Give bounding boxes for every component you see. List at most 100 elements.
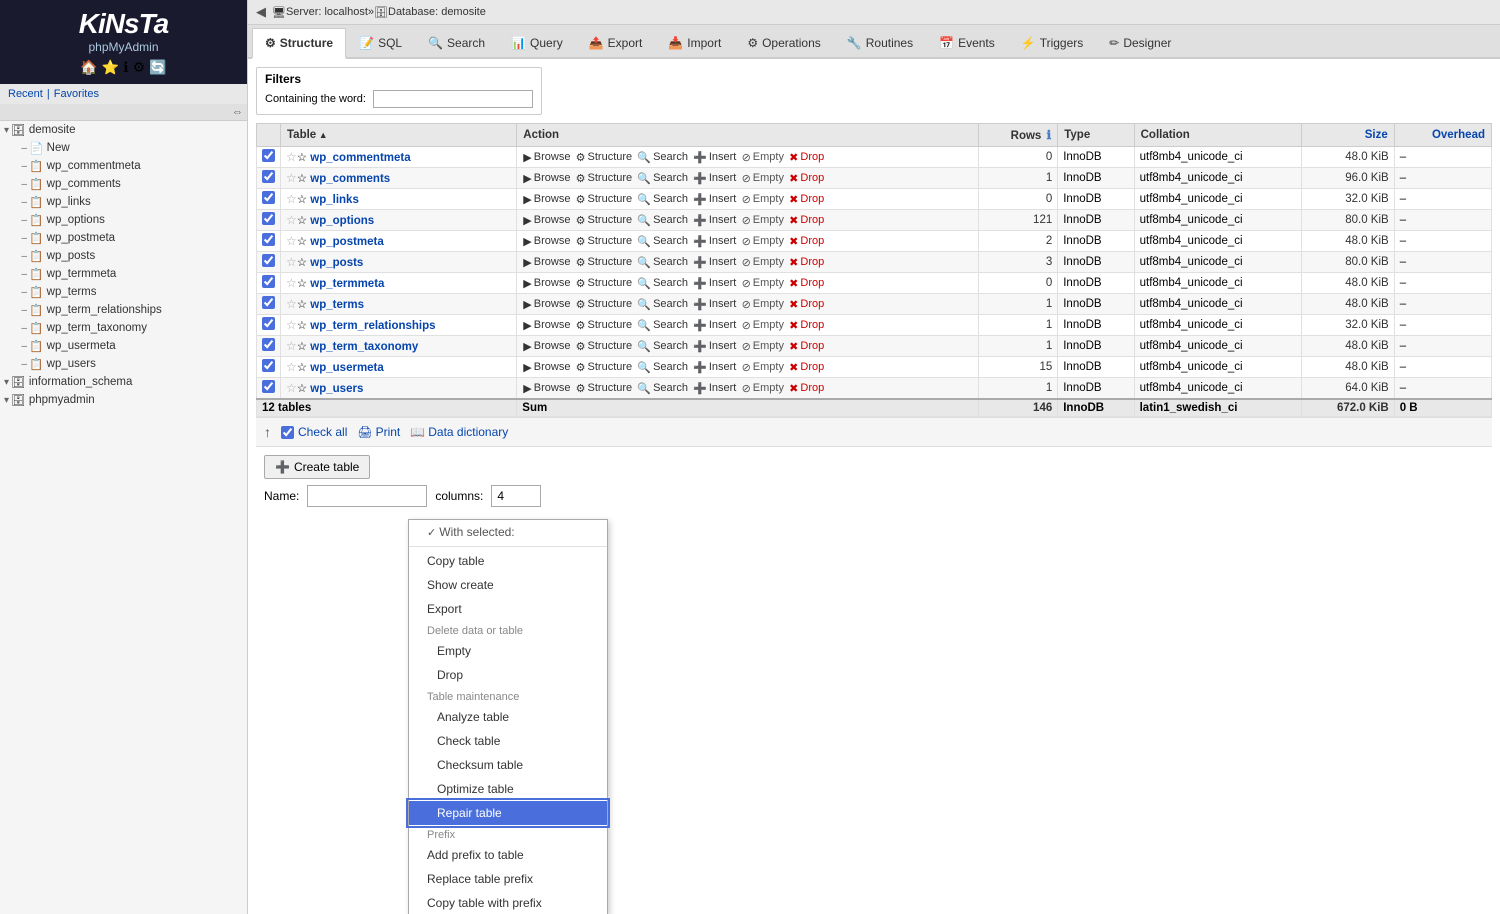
table-name-link[interactable]: wp_usermeta	[310, 362, 384, 374]
structure-link[interactable]: ⚙ Structure	[576, 151, 633, 164]
tab-sql[interactable]: 📝SQL	[346, 28, 415, 57]
sidebar-item-wp_users[interactable]: –📋 wp_users	[0, 355, 247, 373]
info-icon[interactable]: ℹ	[123, 59, 128, 76]
check-all-checkbox[interactable]	[281, 426, 294, 439]
table-name-link[interactable]: wp_posts	[310, 257, 363, 269]
structure-link[interactable]: ⚙ Structure	[576, 172, 633, 185]
filter-input[interactable]	[373, 90, 533, 108]
search-link[interactable]: 🔍 Search	[637, 361, 688, 374]
star-icon[interactable]: ☆	[286, 236, 307, 248]
dropdown-item-check_table[interactable]: Check table	[409, 729, 607, 753]
tab-operations[interactable]: ⚙Operations	[734, 28, 833, 57]
browse-link[interactable]: ▶ Browse	[523, 382, 570, 395]
home-icon[interactable]: 🏠	[80, 59, 97, 76]
search-link[interactable]: 🔍 Search	[637, 340, 688, 353]
star-icon[interactable]: ☆	[286, 341, 307, 353]
structure-link[interactable]: ⚙ Structure	[576, 277, 633, 290]
table-name-link[interactable]: wp_users	[310, 383, 363, 395]
structure-link[interactable]: ⚙ Structure	[576, 382, 633, 395]
row-checkbox-0[interactable]	[262, 149, 275, 162]
drop-link[interactable]: ✖ Drop	[789, 319, 824, 332]
drop-link[interactable]: ✖ Drop	[789, 361, 824, 374]
empty-link[interactable]: ⊘ Empty	[742, 193, 784, 206]
dropdown-item-empty[interactable]: Empty	[409, 639, 607, 663]
star-icon[interactable]: ☆	[286, 320, 307, 332]
sidebar-item-demosite[interactable]: ▾🗄 demosite	[0, 121, 247, 139]
drop-link[interactable]: ✖ Drop	[789, 340, 824, 353]
insert-link[interactable]: ➕ Insert	[693, 340, 736, 353]
drop-link[interactable]: ✖ Drop	[789, 235, 824, 248]
insert-link[interactable]: ➕ Insert	[693, 361, 736, 374]
columns-input[interactable]	[491, 485, 541, 507]
dropdown-item-export[interactable]: Export	[409, 597, 607, 621]
search-link[interactable]: 🔍 Search	[637, 256, 688, 269]
browse-link[interactable]: ▶ Browse	[523, 172, 570, 185]
dropdown-item-drop[interactable]: Drop	[409, 663, 607, 687]
insert-link[interactable]: ➕ Insert	[693, 151, 736, 164]
sidebar-item-wp_posts[interactable]: –📋 wp_posts	[0, 247, 247, 265]
row-checkbox-8[interactable]	[262, 317, 275, 330]
table-name-link[interactable]: wp_termmeta	[310, 278, 384, 290]
row-checkbox-11[interactable]	[262, 380, 275, 393]
table-name-link[interactable]: wp_terms	[310, 299, 364, 311]
empty-link[interactable]: ⊘ Empty	[742, 172, 784, 185]
dropdown-item-show_create[interactable]: Show create	[409, 573, 607, 597]
empty-link[interactable]: ⊘ Empty	[742, 340, 784, 353]
search-link[interactable]: 🔍 Search	[637, 172, 688, 185]
empty-link[interactable]: ⊘ Empty	[742, 277, 784, 290]
star-icon[interactable]: ☆	[286, 194, 307, 206]
dropdown-item-repair_table[interactable]: Repair table	[409, 801, 607, 825]
row-checkbox-4[interactable]	[262, 233, 275, 246]
table-name-link[interactable]: wp_term_relationships	[310, 320, 435, 332]
sidebar-item-information_schema[interactable]: ▾🗄 information_schema	[0, 373, 247, 391]
star-icon[interactable]: ☆	[286, 299, 307, 311]
dropdown-item-optimize_table[interactable]: Optimize table	[409, 777, 607, 801]
star-icon[interactable]: ☆	[286, 383, 307, 395]
star-icon[interactable]: ☆	[286, 215, 307, 227]
search-link[interactable]: 🔍 Search	[637, 235, 688, 248]
search-link[interactable]: 🔍 Search	[637, 151, 688, 164]
insert-link[interactable]: ➕ Insert	[693, 256, 736, 269]
browse-link[interactable]: ▶ Browse	[523, 277, 570, 290]
drop-link[interactable]: ✖ Drop	[789, 256, 824, 269]
tab-designer[interactable]: ✏Designer	[1096, 28, 1184, 57]
structure-link[interactable]: ⚙ Structure	[576, 235, 633, 248]
table-name-input[interactable]	[307, 485, 427, 507]
dropdown-item-analyze_table[interactable]: Analyze table	[409, 705, 607, 729]
star-icon[interactable]: ☆	[286, 257, 307, 269]
empty-link[interactable]: ⊘ Empty	[742, 319, 784, 332]
drop-link[interactable]: ✖ Drop	[789, 151, 824, 164]
search-link[interactable]: 🔍 Search	[637, 298, 688, 311]
star-icon[interactable]: ☆	[286, 152, 307, 164]
structure-link[interactable]: ⚙ Structure	[576, 298, 633, 311]
search-link[interactable]: 🔍 Search	[637, 277, 688, 290]
structure-link[interactable]: ⚙ Structure	[576, 340, 633, 353]
insert-link[interactable]: ➕ Insert	[693, 172, 736, 185]
dropdown-item-copy_table_with_prefix[interactable]: Copy table with prefix	[409, 891, 607, 914]
create-table-button[interactable]: ➕ Create table	[264, 455, 370, 479]
tab-triggers[interactable]: ⚡Triggers	[1008, 28, 1097, 57]
empty-link[interactable]: ⊘ Empty	[742, 298, 784, 311]
browse-link[interactable]: ▶ Browse	[523, 319, 570, 332]
browse-link[interactable]: ▶ Browse	[523, 214, 570, 227]
insert-link[interactable]: ➕ Insert	[693, 298, 736, 311]
table-name-link[interactable]: wp_links	[310, 194, 359, 206]
empty-link[interactable]: ⊘ Empty	[742, 361, 784, 374]
check-all-button[interactable]: Check all	[281, 425, 347, 439]
empty-link[interactable]: ⊘ Empty	[742, 214, 784, 227]
table-name-link[interactable]: wp_comments	[310, 173, 390, 185]
star-icon[interactable]: ☆	[286, 173, 307, 185]
browse-link[interactable]: ▶ Browse	[523, 340, 570, 353]
table-name-link[interactable]: wp_term_taxonomy	[310, 341, 418, 353]
structure-link[interactable]: ⚙ Structure	[576, 361, 633, 374]
dropdown-item-replace_table_prefix[interactable]: Replace table prefix	[409, 867, 607, 891]
drop-link[interactable]: ✖ Drop	[789, 172, 824, 185]
dropdown-item-copy_table[interactable]: Copy table	[409, 549, 607, 573]
browse-link[interactable]: ▶ Browse	[523, 193, 570, 206]
sidebar-item-wp_comments[interactable]: –📋 wp_comments	[0, 175, 247, 193]
structure-link[interactable]: ⚙ Structure	[576, 193, 633, 206]
row-checkbox-3[interactable]	[262, 212, 275, 225]
sidebar-item-wp_usermeta[interactable]: –📋 wp_usermeta	[0, 337, 247, 355]
search-link[interactable]: 🔍 Search	[637, 319, 688, 332]
table-name-link[interactable]: wp_options	[310, 215, 374, 227]
